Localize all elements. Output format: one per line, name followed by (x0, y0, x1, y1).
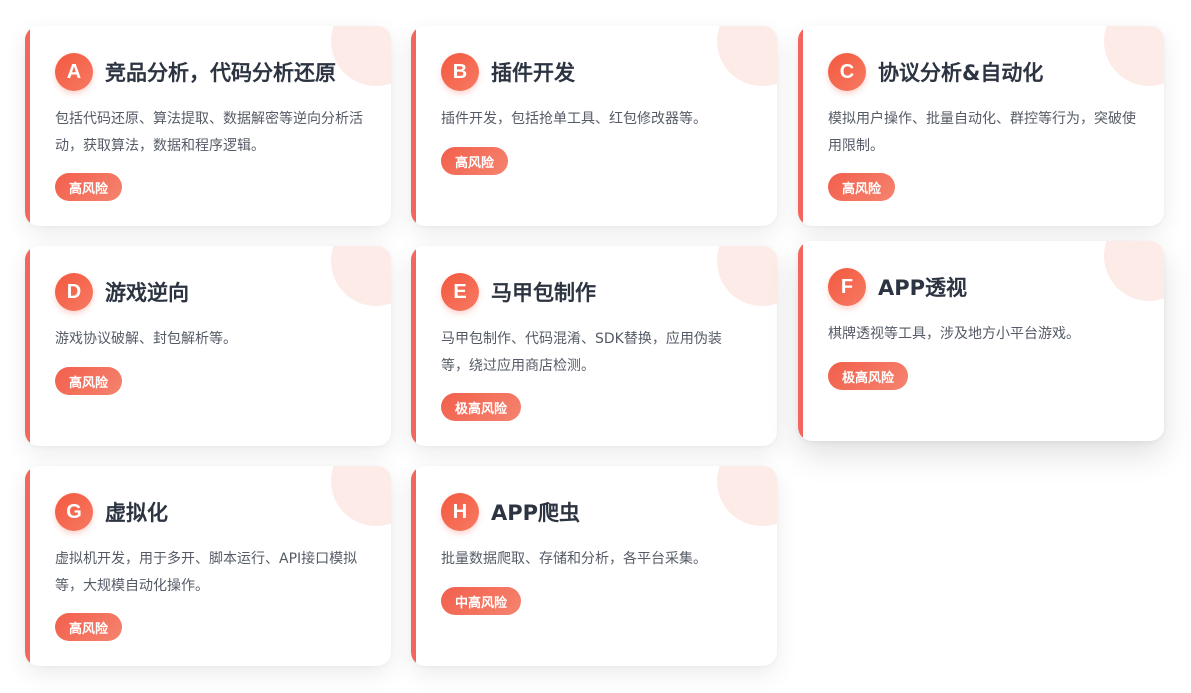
card-title: 游戏逆向 (105, 281, 189, 305)
card-header: G 虚拟化 (55, 493, 168, 531)
letter-badge: A (55, 53, 93, 91)
card-description: 虚拟机开发，用于多开、脚本运行、API接口模拟等，大规模自动化操作。 (55, 551, 358, 594)
card-title: 插件开发 (491, 61, 575, 85)
card-d[interactable]: D 游戏逆向 游戏协议破解、封包解析等。 高风险 (25, 246, 391, 446)
card-title: 虚拟化 (105, 501, 168, 525)
card-f[interactable]: F APP透视 棋牌透视等工具，涉及地方小平台游戏。 极高风险 (798, 241, 1164, 441)
card-h[interactable]: H APP爬虫 批量数据爬取、存储和分析，各平台采集。 中高风险 (411, 466, 777, 666)
card-title: 协议分析&自动化 (878, 61, 1044, 85)
card-title: APP爬虫 (491, 501, 581, 525)
card-description: 游戏协议破解、封包解析等。 (55, 331, 237, 347)
card-header: A 竞品分析，代码分析还原 (55, 53, 336, 91)
risk-badge: 中高风险 (441, 587, 522, 615)
card-title: APP透视 (878, 276, 968, 300)
card-description: 批量数据爬取、存储和分析，各平台采集。 (441, 551, 707, 567)
letter-badge: B (441, 53, 479, 91)
card-title: 竞品分析，代码分析还原 (105, 61, 336, 85)
letter-badge: C (828, 53, 866, 91)
letter-badge: G (55, 493, 93, 531)
risk-badge: 高风险 (55, 173, 123, 201)
card-description: 插件开发，包括抢单工具、红包修改器等。 (441, 111, 707, 127)
service-card-grid: A 竞品分析，代码分析还原 包括代码还原、算法提取、数据解密等逆向分析活动，获取… (0, 0, 1191, 693)
card-c[interactable]: C 协议分析&自动化 模拟用户操作、批量自动化、群控等行为，突破使用限制。 高风… (798, 26, 1164, 226)
card-header: F APP透视 (828, 268, 967, 306)
card-decoration (331, 26, 391, 86)
card-description: 棋牌透视等工具，涉及地方小平台游戏。 (828, 326, 1080, 342)
risk-badge: 极高风险 (828, 362, 909, 390)
card-title: 马甲包制作 (491, 281, 596, 305)
card-decoration (1104, 26, 1164, 86)
card-decoration (331, 246, 391, 306)
letter-badge: D (55, 273, 93, 311)
card-decoration (717, 466, 777, 526)
card-g[interactable]: G 虚拟化 虚拟机开发，用于多开、脚本运行、API接口模拟等，大规模自动化操作。… (25, 466, 391, 666)
card-b[interactable]: B 插件开发 插件开发，包括抢单工具、红包修改器等。 高风险 (411, 26, 777, 226)
card-a[interactable]: A 竞品分析，代码分析还原 包括代码还原、算法提取、数据解密等逆向分析活动，获取… (25, 26, 391, 226)
card-header: H APP爬虫 (441, 493, 580, 531)
card-description: 模拟用户操作、批量自动化、群控等行为，突破使用限制。 (828, 111, 1136, 154)
card-decoration (717, 26, 777, 86)
card-decoration (717, 246, 777, 306)
card-header: D 游戏逆向 (55, 273, 189, 311)
card-header: C 协议分析&自动化 (828, 53, 1043, 91)
card-decoration (331, 466, 391, 526)
card-header: E 马甲包制作 (441, 273, 596, 311)
risk-badge: 高风险 (828, 173, 896, 201)
risk-badge: 高风险 (55, 613, 123, 641)
card-e[interactable]: E 马甲包制作 马甲包制作、代码混淆、SDK替换，应用伪装等，绕过应用商店检测。… (411, 246, 777, 446)
card-description: 包括代码还原、算法提取、数据解密等逆向分析活动，获取算法，数据和程序逻辑。 (55, 111, 363, 154)
letter-badge: H (441, 493, 479, 531)
card-description: 马甲包制作、代码混淆、SDK替换，应用伪装等，绕过应用商店检测。 (441, 331, 722, 374)
risk-badge: 极高风险 (441, 393, 522, 421)
letter-badge: F (828, 268, 866, 306)
letter-badge: E (441, 273, 479, 311)
card-decoration (1104, 241, 1164, 301)
risk-badge: 高风险 (441, 147, 509, 175)
card-header: B 插件开发 (441, 53, 575, 91)
risk-badge: 高风险 (55, 367, 123, 395)
